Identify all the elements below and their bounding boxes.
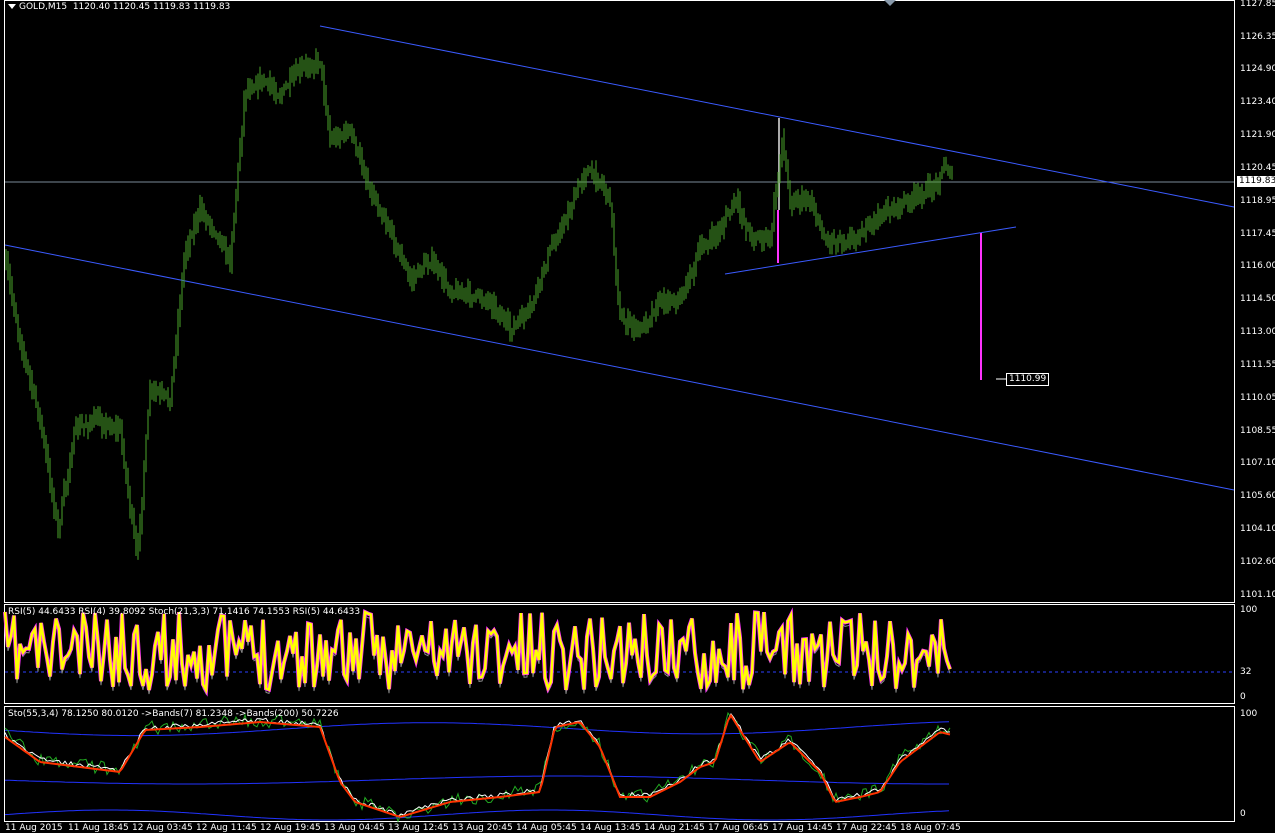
time-label: 14 Aug 13:45 [580, 823, 641, 833]
price-label: 1114.50 [1240, 294, 1275, 304]
rsi-level-0: 0 [1240, 692, 1246, 702]
stoch-d-line [4, 713, 951, 818]
stochastic-oscillator [4, 711, 951, 823]
stoch-level-0: 0 [1240, 809, 1246, 819]
symbol-header: GOLD,M15 1120.40 1120.45 1119.83 1119.83 [8, 2, 230, 13]
channel-upper-line[interactable] [319, 25, 1235, 208]
price-label: 1118.95 [1240, 196, 1275, 206]
time-label: 14 Aug 21:45 [644, 823, 705, 833]
price-label: 1107.10 [1240, 458, 1275, 468]
stoch-level-100: 100 [1240, 709, 1258, 719]
time-label: 14 Aug 05:45 [516, 823, 577, 833]
time-label: 13 Aug 12:45 [388, 823, 449, 833]
chart-shift-marker[interactable] [884, 0, 896, 6]
time-label: 17 Aug 14:45 [772, 823, 833, 833]
collapse-triangle-icon[interactable] [8, 4, 16, 9]
rsi-panel-title: RSI(5) 44.6433 RSI(4) 39.8092 Stoch(21,3… [8, 607, 361, 617]
price-label: 1108.55 [1240, 426, 1275, 436]
channel-lower-line[interactable] [4, 244, 1235, 491]
price-label: 1127.85 [1240, 0, 1275, 9]
rsi-level-100: 100 [1240, 605, 1258, 615]
band-middle-line [4, 775, 949, 785]
time-label: 11 Aug 18:45 [68, 823, 129, 833]
time-label: 17 Aug 22:45 [836, 823, 897, 833]
time-label: 13 Aug 20:45 [452, 823, 513, 833]
price-label: 1110.05 [1240, 393, 1275, 403]
price-label: 1121.90 [1240, 130, 1275, 140]
time-label: 12 Aug 03:45 [132, 823, 193, 833]
price-label: 1101.10 [1240, 590, 1275, 600]
price-candles [5, 48, 953, 560]
symbol-title: GOLD,M15 [19, 2, 68, 12]
price-label: 1111.55 [1240, 360, 1275, 370]
time-label: 11 Aug 2015 [5, 823, 63, 833]
current-price-badge: 1119.83 [1237, 176, 1275, 187]
price-label: 1116.00 [1240, 261, 1275, 271]
stoch-panel-title: Sto(55,3,4) 78.1250 80.0120 ->Bands(7) 8… [8, 709, 339, 719]
rsi-level-32: 32 [1240, 667, 1252, 677]
rsi-oscillator [3, 607, 952, 697]
time-label: 17 Aug 06:45 [708, 823, 769, 833]
price-label: 1117.45 [1240, 229, 1275, 239]
time-label: 12 Aug 19:45 [260, 823, 321, 833]
price-label: 1105.60 [1240, 491, 1275, 501]
time-label: 13 Aug 04:45 [324, 823, 385, 833]
stoch-panel-frame [4, 706, 1235, 822]
target-price-label[interactable]: 1110.99 [1006, 373, 1050, 386]
price-label: 1123.40 [1240, 97, 1275, 107]
price-label: 1120.45 [1240, 163, 1275, 173]
price-label: 1104.10 [1240, 524, 1275, 534]
band-lower-line [4, 809, 950, 821]
time-label: 18 Aug 07:45 [900, 823, 961, 833]
price-label: 1126.35 [1240, 32, 1275, 42]
price-label: 1102.60 [1240, 557, 1275, 567]
price-label: 1113.00 [1240, 327, 1275, 337]
ohlc-values: 1120.40 1120.45 1119.83 1119.83 [72, 2, 231, 12]
triangle-support-line[interactable] [724, 226, 1017, 275]
price-label: 1124.90 [1240, 64, 1275, 74]
time-label: 12 Aug 11:45 [196, 823, 257, 833]
